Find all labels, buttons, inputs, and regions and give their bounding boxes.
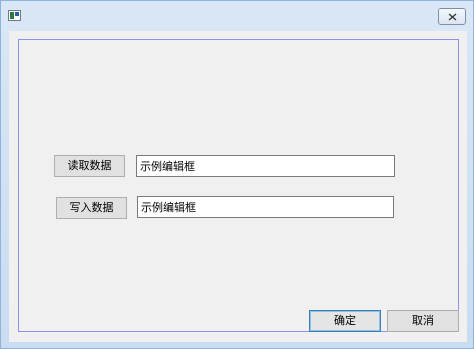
cancel-button[interactable]: 取消 <box>387 310 459 332</box>
title-bar[interactable] <box>1 1 473 31</box>
dialog-client-area: 读取数据 示例编辑框 写入数据 示例编辑框 确定 取消 <box>9 31 467 342</box>
ok-button[interactable]: 确定 <box>309 310 381 332</box>
write-data-edit[interactable]: 示例编辑框 <box>137 196 394 218</box>
write-data-button[interactable]: 写入数据 <box>56 197 127 219</box>
read-data-edit[interactable]: 示例编辑框 <box>136 155 395 177</box>
read-data-button[interactable]: 读取数据 <box>54 155 125 177</box>
group-frame <box>18 39 459 332</box>
close-button[interactable] <box>438 8 466 25</box>
app-icon[interactable] <box>8 10 21 21</box>
close-icon <box>448 13 457 21</box>
dialog-window: 读取数据 示例编辑框 写入数据 示例编辑框 确定 取消 <box>0 0 474 349</box>
